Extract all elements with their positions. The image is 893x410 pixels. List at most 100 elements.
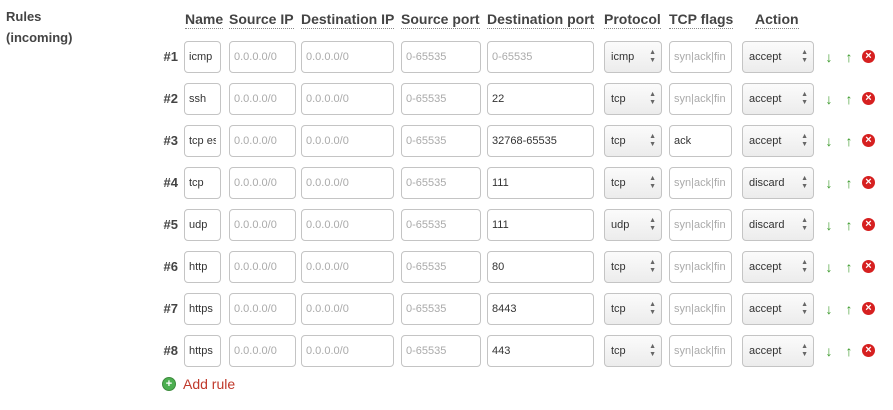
delete-icon[interactable]: × [862,134,875,147]
arrow-down-icon[interactable]: ↓ [822,301,836,317]
rule-destination-ip-field[interactable] [301,209,394,241]
rule-name-field[interactable] [184,83,221,115]
rule-source-ip-field[interactable] [229,293,296,325]
rule-source-ip-input[interactable] [234,211,291,239]
rule-destination-ip-field[interactable] [301,167,394,199]
rule-destination-ip-input[interactable] [306,253,389,281]
rule-destination-ip-input[interactable] [306,295,389,323]
rule-action-select[interactable]: discard ▲ ▼ [742,209,814,241]
rule-destination-port-input[interactable] [492,337,589,365]
rule-source-ip-field[interactable] [229,209,296,241]
rule-source-port-input[interactable] [406,85,476,113]
rule-action-select[interactable]: discard ▲ ▼ [742,167,814,199]
arrow-up-icon[interactable]: ↑ [842,343,856,359]
rule-source-port-input[interactable] [406,253,476,281]
rule-protocol-select[interactable]: tcp ▲ ▼ [604,83,662,115]
rule-destination-ip-field[interactable] [301,83,394,115]
rule-source-port-input[interactable] [406,295,476,323]
rule-source-ip-field[interactable] [229,335,296,367]
rule-tcp-flags-input[interactable] [674,43,727,71]
arrow-up-icon[interactable]: ↑ [842,259,856,275]
rule-destination-port-input[interactable] [492,211,589,239]
rule-name-input[interactable] [189,253,216,281]
rule-source-ip-field[interactable] [229,125,296,157]
rule-destination-ip-input[interactable] [306,211,389,239]
rule-action-select[interactable]: accept ▲ ▼ [742,335,814,367]
rule-destination-ip-field[interactable] [301,293,394,325]
rule-tcp-flags-field[interactable] [669,335,732,367]
rule-tcp-flags-field[interactable] [669,83,732,115]
rule-protocol-select[interactable]: icmp ▲ ▼ [604,41,662,73]
delete-icon[interactable]: × [862,50,875,63]
rule-source-ip-field[interactable] [229,167,296,199]
rule-tcp-flags-field[interactable] [669,251,732,283]
arrow-down-icon[interactable]: ↓ [822,49,836,65]
delete-icon[interactable]: × [862,92,875,105]
rule-name-field[interactable] [184,209,221,241]
rule-tcp-flags-input[interactable] [674,85,727,113]
rule-source-ip-field[interactable] [229,251,296,283]
rule-name-input[interactable] [189,211,216,239]
arrow-down-icon[interactable]: ↓ [822,217,836,233]
arrow-down-icon[interactable]: ↓ [822,91,836,107]
rule-name-field[interactable] [184,335,221,367]
rule-source-ip-field[interactable] [229,41,296,73]
rule-name-input[interactable] [189,295,216,323]
arrow-up-icon[interactable]: ↑ [842,217,856,233]
arrow-up-icon[interactable]: ↑ [842,175,856,191]
rule-destination-ip-input[interactable] [306,43,389,71]
rule-tcp-flags-input[interactable] [674,127,727,155]
rule-destination-port-input[interactable] [492,43,589,71]
delete-icon[interactable]: × [862,176,875,189]
rule-tcp-flags-field[interactable] [669,41,732,73]
rule-source-port-input[interactable] [406,43,476,71]
rule-protocol-select[interactable]: udp ▲ ▼ [604,209,662,241]
rule-source-port-input[interactable] [406,169,476,197]
rule-action-select[interactable]: accept ▲ ▼ [742,125,814,157]
rule-source-port-input[interactable] [406,127,476,155]
delete-icon[interactable]: × [862,302,875,315]
rule-destination-ip-input[interactable] [306,85,389,113]
rule-source-port-field[interactable] [401,167,481,199]
rule-destination-port-field[interactable] [487,125,594,157]
rule-source-ip-input[interactable] [234,43,291,71]
rule-destination-port-input[interactable] [492,253,589,281]
rule-source-ip-input[interactable] [234,169,291,197]
rule-destination-port-input[interactable] [492,295,589,323]
rule-source-port-field[interactable] [401,209,481,241]
rule-source-port-field[interactable] [401,335,481,367]
arrow-down-icon[interactable]: ↓ [822,259,836,275]
rule-source-ip-field[interactable] [229,83,296,115]
rule-protocol-select[interactable]: tcp ▲ ▼ [604,167,662,199]
rule-destination-port-input[interactable] [492,169,589,197]
rule-action-select[interactable]: accept ▲ ▼ [742,41,814,73]
rule-destination-ip-input[interactable] [306,337,389,365]
rule-destination-ip-field[interactable] [301,251,394,283]
rule-tcp-flags-field[interactable] [669,167,732,199]
rule-destination-port-field[interactable] [487,335,594,367]
rule-name-input[interactable] [189,85,216,113]
rule-tcp-flags-input[interactable] [674,253,727,281]
arrow-down-icon[interactable]: ↓ [822,175,836,191]
rule-tcp-flags-field[interactable] [669,209,732,241]
arrow-up-icon[interactable]: ↑ [842,49,856,65]
rule-source-ip-input[interactable] [234,127,291,155]
rule-protocol-select[interactable]: tcp ▲ ▼ [604,125,662,157]
rule-destination-port-field[interactable] [487,41,594,73]
rule-action-select[interactable]: accept ▲ ▼ [742,293,814,325]
rule-destination-ip-input[interactable] [306,127,389,155]
rule-destination-port-field[interactable] [487,209,594,241]
arrow-up-icon[interactable]: ↑ [842,301,856,317]
rule-tcp-flags-input[interactable] [674,337,727,365]
rule-name-input[interactable] [189,127,216,155]
rule-name-field[interactable] [184,125,221,157]
rule-source-ip-input[interactable] [234,253,291,281]
rule-source-ip-input[interactable] [234,337,291,365]
rule-action-select[interactable]: accept ▲ ▼ [742,83,814,115]
rule-source-port-input[interactable] [406,337,476,365]
rule-protocol-select[interactable]: tcp ▲ ▼ [604,251,662,283]
rule-action-select[interactable]: accept ▲ ▼ [742,251,814,283]
rule-name-field[interactable] [184,41,221,73]
rule-source-port-input[interactable] [406,211,476,239]
delete-icon[interactable]: × [862,344,875,357]
